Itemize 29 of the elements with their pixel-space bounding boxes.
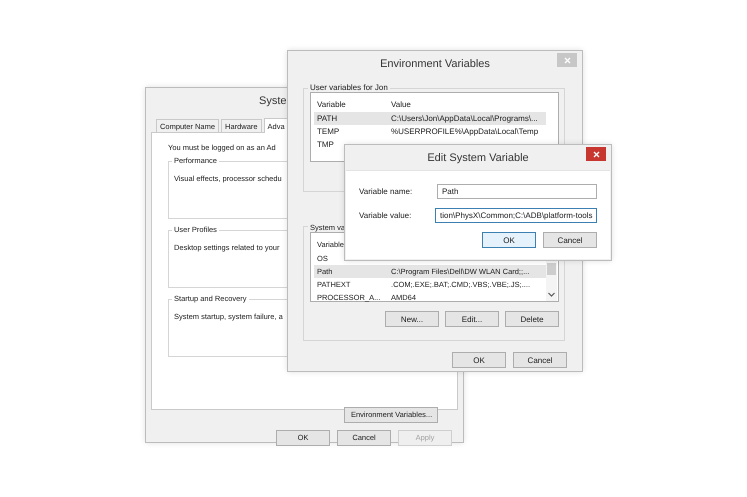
group-title: User variables for Jon <box>308 83 390 92</box>
dialog-button[interactable]: Edit... <box>445 311 499 327</box>
dialog-button[interactable]: Cancel <box>543 232 597 248</box>
field-label: Variable value: <box>359 211 412 220</box>
dialog-button[interactable]: New... <box>385 311 439 327</box>
variable-row[interactable]: TEMP %USERPROFILE%\AppData\Local\Temp <box>314 125 546 138</box>
variable-row[interactable]: PATH C:\Users\Jon\AppData\Local\Programs\... <box>314 112 546 125</box>
chevron-down-icon[interactable] <box>547 291 556 298</box>
close-icon <box>564 56 570 64</box>
input-field[interactable]: Path <box>436 184 597 199</box>
dialog-button[interactable]: OK <box>452 352 506 368</box>
dialog-button[interactable]: Cancel <box>513 352 567 368</box>
variable-value: %USERPROFILE%\AppData\Local\Temp <box>391 127 540 136</box>
window-title: Edit System Variable <box>427 152 529 164</box>
column-header[interactable]: Variable <box>317 100 391 108</box>
column-header[interactable]: Value <box>391 100 546 108</box>
close-button[interactable] <box>586 147 606 161</box>
variable-name: PATH <box>317 114 338 123</box>
scroll-thumb[interactable] <box>547 263 556 275</box>
variable-name: TMP <box>317 140 335 149</box>
input-field[interactable]: tion\PhysX\Common;C:\ADB\platform-tools <box>435 208 597 223</box>
variable-value: C:\Users\Jon\AppData\Local\Programs\... <box>391 114 539 123</box>
window-title: Environment Variables <box>380 58 490 70</box>
variable-name: TEMP <box>317 127 340 136</box>
dialog-button[interactable]: Delete <box>505 311 559 327</box>
dialog-button[interactable]: OK <box>482 232 536 248</box>
field-label: Variable name: <box>359 187 414 196</box>
window-title: Syste <box>259 94 287 106</box>
close-icon <box>592 150 600 158</box>
